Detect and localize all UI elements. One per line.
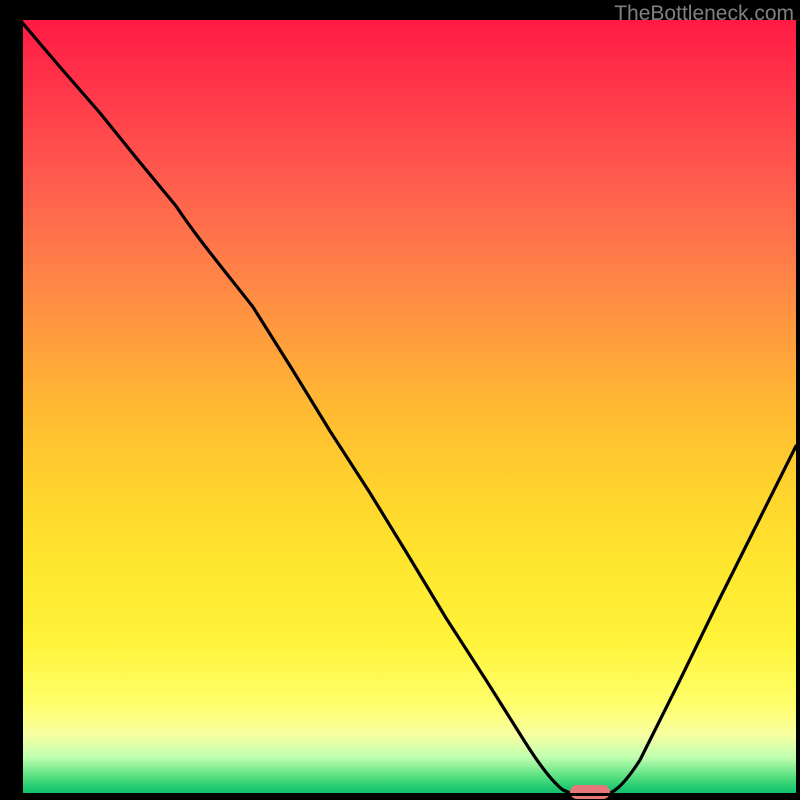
bottleneck-curve <box>20 20 796 796</box>
bottleneck-chart: TheBottleneck.com <box>0 0 800 800</box>
y-axis <box>20 20 23 796</box>
watermark-text: TheBottleneck.com <box>614 2 794 26</box>
x-axis <box>20 793 796 796</box>
optimal-zone-marker <box>570 785 610 799</box>
